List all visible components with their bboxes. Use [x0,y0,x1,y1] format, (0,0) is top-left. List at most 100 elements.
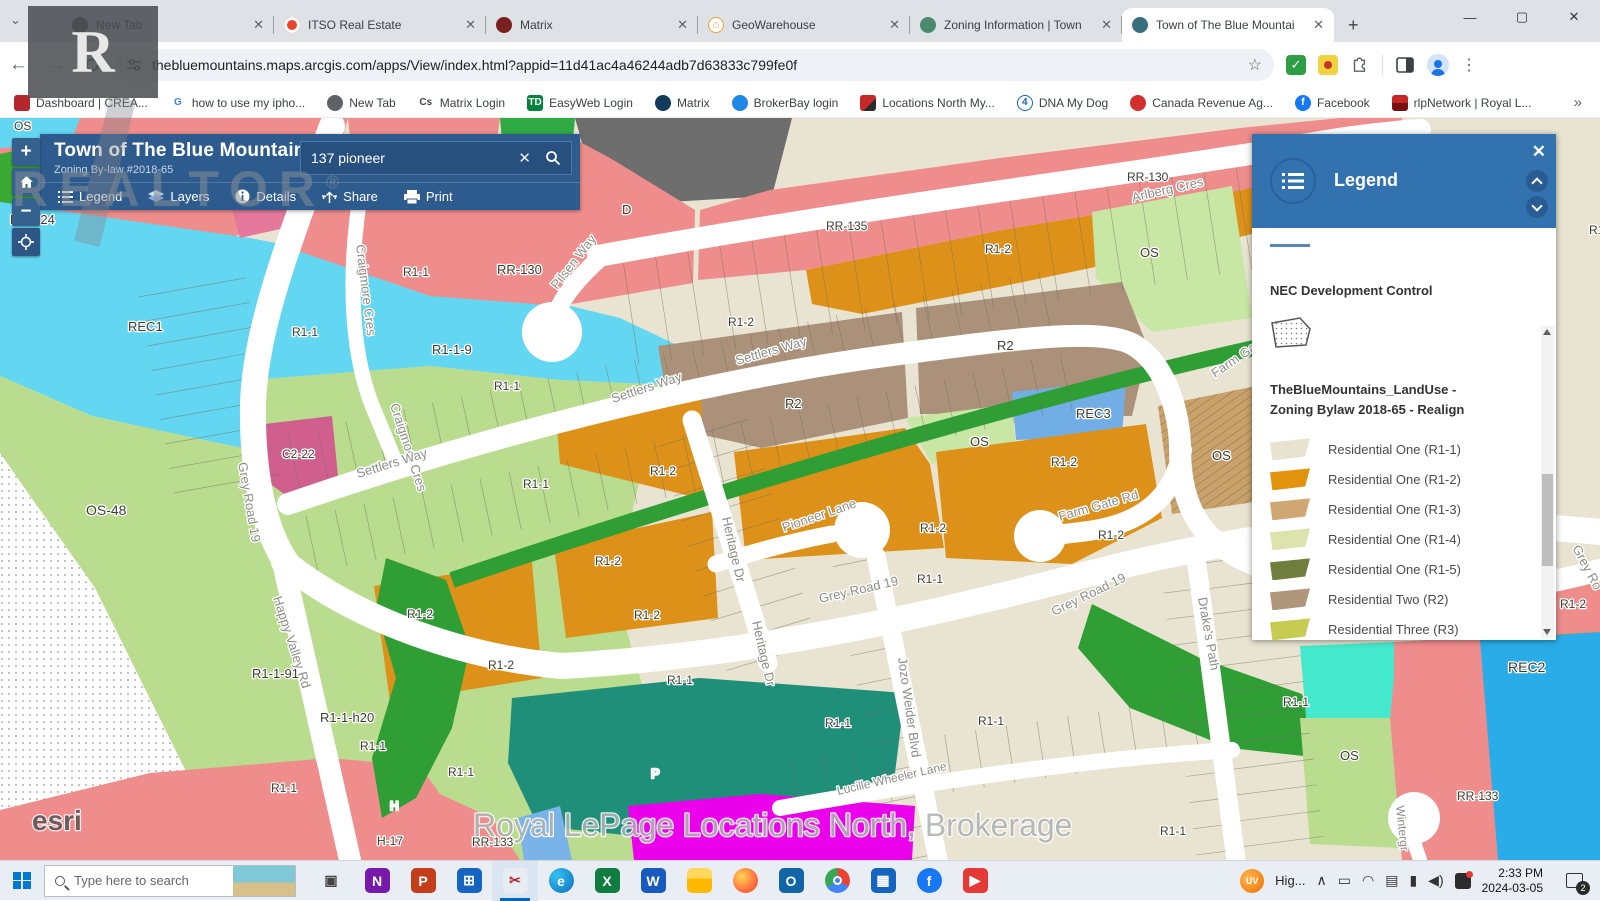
map-label: R1-1 [825,716,851,730]
tray-app-label[interactable]: Hig... [1275,873,1305,888]
bookmark-item[interactable]: Locations North My... [860,95,995,111]
scroll-down-icon[interactable] [1543,629,1551,635]
browser-tab[interactable]: Matrix✕ [486,8,698,42]
browser-tab[interactable]: Town of The Blue Mountai✕ [1122,8,1334,42]
tab-close-icon[interactable]: ✕ [247,17,264,33]
map-label: C2-22 [282,447,315,461]
search-icon[interactable] [545,150,561,166]
calculator-icon[interactable]: ▦ [860,861,906,901]
extension-check-icon[interactable]: ✓ [1286,55,1306,75]
tab-title: GeoWarehouse [732,18,883,32]
task-view-icon[interactable]: ▣ [308,861,354,901]
edge-icon[interactable]: e [538,861,584,901]
toolbar-print-button[interactable]: Print [404,189,453,204]
onenote-icon[interactable]: N [354,861,400,901]
powerpoint-icon: P [411,868,436,893]
scroll-up-icon[interactable] [1543,329,1551,335]
file-explorer-icon[interactable] [676,861,722,901]
bookmark-label: Canada Revenue Ag... [1152,96,1273,110]
url-text[interactable]: thebluemountains.maps.arcgis.com/apps/Vi… [152,57,1248,73]
scrollbar-thumb[interactable] [1542,474,1553,566]
map-canvas[interactable]: OSRR-h24C2-21REC1R1-1OS-48R1-1RR-130R1-1… [0,118,1600,860]
extensions-puzzle-icon[interactable] [1350,55,1370,75]
browser-tab[interactable]: ITSO Real Estate✕ [274,8,486,42]
extension-dot-icon[interactable] [1318,55,1338,75]
bookmark-item[interactable]: CsMatrix Login [418,95,505,111]
tab-favicon [284,17,300,33]
bookmark-item[interactable]: Ghow to use my ipho... [170,95,305,111]
legend-item-label: Residential One (R1-4) [1328,532,1461,547]
bookmarks-overflow-icon[interactable]: » [1574,94,1582,111]
kebab-menu-icon[interactable]: ⋮ [1461,55,1477,75]
notification-badge: 2 [1576,881,1590,895]
bookmark-item[interactable]: Canada Revenue Ag... [1130,95,1273,111]
bookmark-item[interactable]: rlpNetwork | Royal L... [1392,95,1532,111]
uv-index-icon[interactable]: UV [1240,869,1264,893]
map-label: R1-1 [292,325,318,339]
back-icon[interactable]: ← [9,54,28,76]
notification-app-icon[interactable] [1455,873,1471,889]
bookmark-item[interactable]: BrokerBay login [732,95,839,111]
map-label: OS [1212,448,1231,463]
wifi-icon[interactable]: ◠ [1362,872,1374,889]
close-button[interactable]: ✕ [1548,0,1600,34]
collapse-up-button[interactable] [1526,170,1548,192]
tab-close-icon[interactable]: ✕ [1307,17,1324,33]
word-icon[interactable]: W [630,861,676,901]
tab-close-icon[interactable]: ✕ [1095,17,1112,33]
bookmark-item[interactable]: TDEasyWeb Login [527,95,633,111]
close-icon[interactable]: ✕ [1532,142,1546,162]
browser-tab[interactable]: Zoning Information | Town✕ [910,8,1122,42]
excel-icon[interactable]: X [584,861,630,901]
side-panel-icon[interactable] [1395,55,1415,75]
action-center-button[interactable]: 2 [1554,861,1594,901]
battery-icon[interactable]: ▮ [1409,872,1417,889]
bookmark-item[interactable]: fFacebook [1295,95,1370,111]
nec-swatch [1270,317,1312,349]
profile-avatar[interactable] [1427,54,1449,76]
tablet-mode-icon[interactable]: ▭ [1338,872,1351,889]
legend-scrollbar[interactable] [1541,326,1554,638]
new-tab-button[interactable]: + [1348,15,1359,36]
search-highlight-image[interactable] [233,866,295,896]
taskbar-clock[interactable]: 2:33 PM 2024-03-05 [1482,866,1543,896]
minimize-button[interactable]: — [1444,0,1496,34]
start-button[interactable] [0,861,44,901]
bookmark-item[interactable]: Matrix [655,95,710,111]
youtube-icon[interactable]: ▶ [952,861,998,901]
clear-search-icon[interactable]: ✕ [518,149,531,167]
tray-chevron-up-icon[interactable]: ∧ [1317,872,1327,889]
powerpoint-icon[interactable]: P [400,861,446,901]
bookmark-label: how to use my ipho... [192,96,305,110]
screen-share-icon[interactable]: ▤ [1385,872,1398,889]
volume-icon[interactable]: ◀) [1428,872,1443,889]
tab-close-icon[interactable]: ✕ [671,17,688,33]
maximize-button[interactable]: ▢ [1496,0,1548,34]
chevron-down-icon[interactable]: ⌄ [10,12,21,28]
bookmark-item[interactable]: New Tab [327,95,395,111]
tab-close-icon[interactable]: ✕ [883,17,900,33]
locate-button[interactable] [12,228,40,256]
snipping-tool-icon[interactable]: ✂ [492,861,538,901]
legend-item: Residential One (R1-2) [1270,464,1530,494]
chrome-icon[interactable] [814,861,860,901]
taskbar-search-input[interactable]: Type here to search [44,865,296,897]
bookmark-item[interactable]: 4DNA My Dog [1017,95,1108,111]
legend-panel: Legend ✕ NEC Development Control TheBlue… [1252,134,1556,640]
firefox-icon[interactable] [722,861,768,901]
tab-favicon [1132,17,1148,33]
address-bar[interactable]: thebluemountains.maps.arcgis.com/apps/Vi… [114,49,1274,81]
collapse-down-button[interactable] [1526,196,1548,218]
facebook-icon[interactable]: f [906,861,952,901]
map-label: esri [32,805,82,836]
outlook-icon[interactable]: O [768,861,814,901]
tab-close-icon[interactable]: ✕ [459,17,476,33]
store-icon[interactable]: ⊞ [446,861,492,901]
browser-tab[interactable]: ⌂GeoWarehouse✕ [698,8,910,42]
legend-section-heading: TheBlueMountains_LandUse - Zoning Bylaw … [1270,380,1500,420]
bookmark-favicon [1392,95,1408,111]
bookmark-star-icon[interactable]: ☆ [1248,55,1262,75]
print-icon [404,190,420,204]
legend-item-label: Residential One (R1-1) [1328,442,1461,457]
map-label: R2 [785,396,802,411]
